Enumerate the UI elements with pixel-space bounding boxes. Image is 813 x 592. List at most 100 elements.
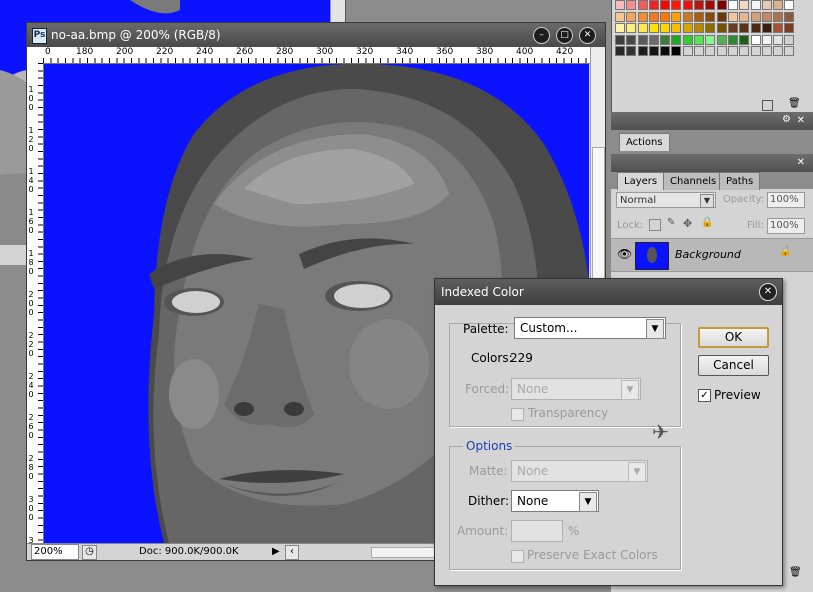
swatch[interactable]: [648, 0, 659, 10]
swatch[interactable]: [626, 34, 637, 45]
swatch[interactable]: [660, 34, 671, 45]
swatch[interactable]: [682, 46, 693, 57]
panel-close-icon[interactable]: ✕: [797, 157, 805, 168]
swatch[interactable]: [694, 0, 705, 10]
swatch[interactable]: [615, 11, 625, 22]
swatch[interactable]: [773, 34, 784, 45]
swatch[interactable]: [694, 23, 705, 34]
swatch[interactable]: [750, 11, 761, 22]
swatch[interactable]: [637, 0, 648, 10]
swatch[interactable]: [637, 23, 648, 34]
swatch[interactable]: [773, 11, 784, 22]
swatch[interactable]: [761, 34, 772, 45]
swatch[interactable]: [784, 11, 795, 22]
swatch[interactable]: [784, 23, 795, 34]
swatch[interactable]: [750, 0, 761, 10]
swatch[interactable]: [727, 0, 738, 10]
tab-layers[interactable]: Layers: [617, 172, 665, 190]
swatch[interactable]: [671, 0, 682, 10]
swatch[interactable]: [761, 11, 772, 22]
swatch[interactable]: [615, 46, 625, 57]
swatch[interactable]: [784, 46, 795, 57]
swatch[interactable]: [739, 0, 750, 10]
panel-close-icon[interactable]: ✕: [797, 115, 805, 126]
swatch[interactable]: [739, 46, 750, 57]
layers-panel-header[interactable]: ✕: [611, 154, 813, 173]
swatch[interactable]: [626, 46, 637, 57]
zoom-field[interactable]: 200%: [31, 544, 79, 560]
horizontal-scroll-thumb[interactable]: [371, 547, 435, 558]
status-menu-icon[interactable]: ◷: [82, 545, 97, 560]
swatch[interactable]: [750, 46, 761, 57]
ruler-origin[interactable]: [27, 47, 44, 64]
swatch[interactable]: [784, 0, 795, 10]
swatch[interactable]: [705, 0, 716, 10]
cancel-button[interactable]: Cancel: [698, 355, 769, 376]
swatch[interactable]: [773, 0, 784, 10]
matte-select[interactable]: None ▼: [511, 460, 648, 482]
swatch[interactable]: [637, 34, 648, 45]
swatch[interactable]: [682, 11, 693, 22]
blend-mode-select[interactable]: Normal ▼: [616, 192, 716, 208]
swatch[interactable]: [761, 46, 772, 57]
swatch[interactable]: [682, 0, 693, 10]
horizontal-ruler[interactable]: 0 180 200 220 240 260 280 300 320 340 360 380 400 420: [43, 47, 591, 64]
swatch[interactable]: [773, 23, 784, 34]
swatch[interactable]: [682, 34, 693, 45]
swatch[interactable]: [694, 34, 705, 45]
swatch[interactable]: [750, 34, 761, 45]
minimize-icon[interactable]: –: [533, 27, 550, 44]
swatch[interactable]: [648, 11, 659, 22]
preview-checkbox[interactable]: ✓: [698, 389, 711, 402]
swatch[interactable]: [648, 34, 659, 45]
scroll-left-icon[interactable]: ‹: [285, 545, 299, 560]
fill-field[interactable]: 100%: [767, 218, 805, 234]
swatch[interactable]: [615, 34, 625, 45]
swatch[interactable]: [671, 34, 682, 45]
vertical-ruler[interactable]: 100120140160180200220240260280300320: [27, 63, 44, 544]
swatch[interactable]: [784, 34, 795, 45]
swatch[interactable]: [615, 23, 625, 34]
tab-channels[interactable]: Channels: [663, 172, 724, 190]
swatch[interactable]: [739, 23, 750, 34]
swatch[interactable]: [626, 23, 637, 34]
move-lock-icon[interactable]: ✥: [683, 217, 692, 230]
swatch[interactable]: [739, 34, 750, 45]
new-swatch-icon[interactable]: [762, 100, 773, 111]
swatch[interactable]: [671, 23, 682, 34]
swatch[interactable]: [727, 46, 738, 57]
status-arrow-icon[interactable]: ▶: [272, 544, 280, 560]
swatch[interactable]: [705, 34, 716, 45]
swatch[interactable]: [727, 34, 738, 45]
swatch[interactable]: [626, 0, 637, 10]
actions-panel-header[interactable]: ✕ ⚙: [611, 112, 813, 131]
swatch[interactable]: [637, 11, 648, 22]
amount-field[interactable]: [511, 520, 563, 542]
swatch[interactable]: [750, 23, 761, 34]
swatch[interactable]: [660, 23, 671, 34]
delete-layer-icon[interactable]: 🗑: [789, 567, 802, 578]
swatch[interactable]: [671, 46, 682, 57]
layer-row-background[interactable]: 👁 Background 🔒: [611, 238, 813, 272]
preserve-exact-colors-checkbox[interactable]: [511, 550, 524, 563]
scroll-thumb[interactable]: [592, 147, 605, 299]
visibility-eye-icon[interactable]: 👁: [617, 247, 632, 261]
forced-select[interactable]: None ▼: [511, 378, 641, 400]
dither-select[interactable]: None ▼: [511, 490, 599, 512]
opacity-field[interactable]: 100%: [767, 192, 805, 208]
ok-button[interactable]: OK: [698, 327, 769, 348]
palette-select[interactable]: Custom... ▼: [514, 317, 666, 339]
dialog-close-icon[interactable]: ✕: [759, 283, 777, 301]
swatch[interactable]: [648, 46, 659, 57]
transparency-checkbox[interactable]: [511, 408, 524, 421]
tab-paths[interactable]: Paths: [719, 172, 761, 190]
close-icon[interactable]: ✕: [579, 27, 596, 44]
swatch[interactable]: [660, 0, 671, 10]
swatch[interactable]: [716, 23, 727, 34]
document-title-bar[interactable]: Ps no-aa.bmp @ 200% (RGB/8) – □ ✕: [27, 23, 605, 47]
swatch[interactable]: [773, 46, 784, 57]
swatch[interactable]: [615, 0, 625, 10]
swatch[interactable]: [727, 11, 738, 22]
swatch[interactable]: [694, 11, 705, 22]
swatch[interactable]: [682, 23, 693, 34]
